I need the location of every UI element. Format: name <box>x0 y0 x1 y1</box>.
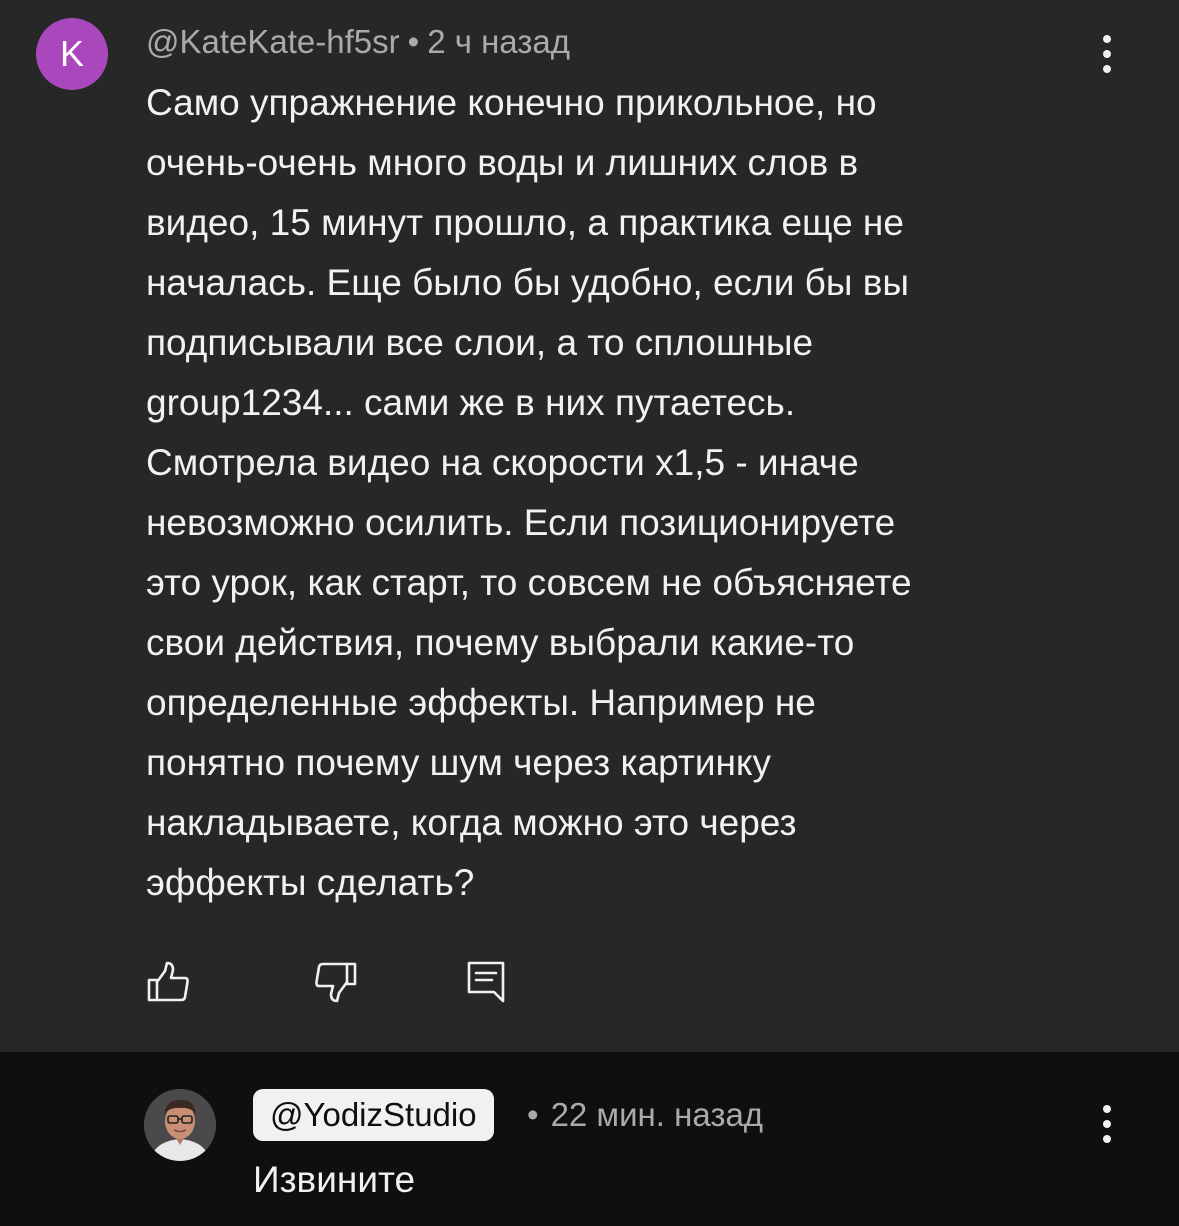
reply-time: 22 мин. назад <box>550 1096 764 1133</box>
reply-icon[interactable] <box>462 958 510 1006</box>
reply-author-chip[interactable]: @YodizStudio <box>253 1089 494 1141</box>
comment-thread-item: K @KateKate-hf5sr • 2 ч назад Само упражне… <box>0 0 1179 1052</box>
reply-item: @YodizStudio • 22 мин. назад Извините <box>0 1052 1179 1226</box>
thumbs-up-icon[interactable] <box>144 958 192 1006</box>
comment-header: @KateKate-hf5sr • 2 ч назад <box>146 22 570 62</box>
channel-avatar[interactable] <box>144 1089 216 1161</box>
reply-header: • 22 мин. назад <box>527 1095 763 1135</box>
reply-body: Извините <box>253 1159 416 1200</box>
thumbs-down-icon[interactable] <box>312 958 360 1006</box>
comment-time: 2 ч назад <box>427 23 571 60</box>
comments-screen: K @KateKate-hf5sr • 2 ч назад Само упражне… <box>0 0 1179 1226</box>
commenter-avatar[interactable]: K <box>36 18 108 90</box>
meta-separator: • <box>407 23 420 60</box>
more-vertical-icon[interactable] <box>1087 1096 1127 1152</box>
comment-author[interactable]: @KateKate-hf5sr <box>146 23 400 60</box>
meta-separator: • <box>527 1096 539 1133</box>
comment-body: Само упражнение конечно прикольное, но о… <box>146 82 912 903</box>
